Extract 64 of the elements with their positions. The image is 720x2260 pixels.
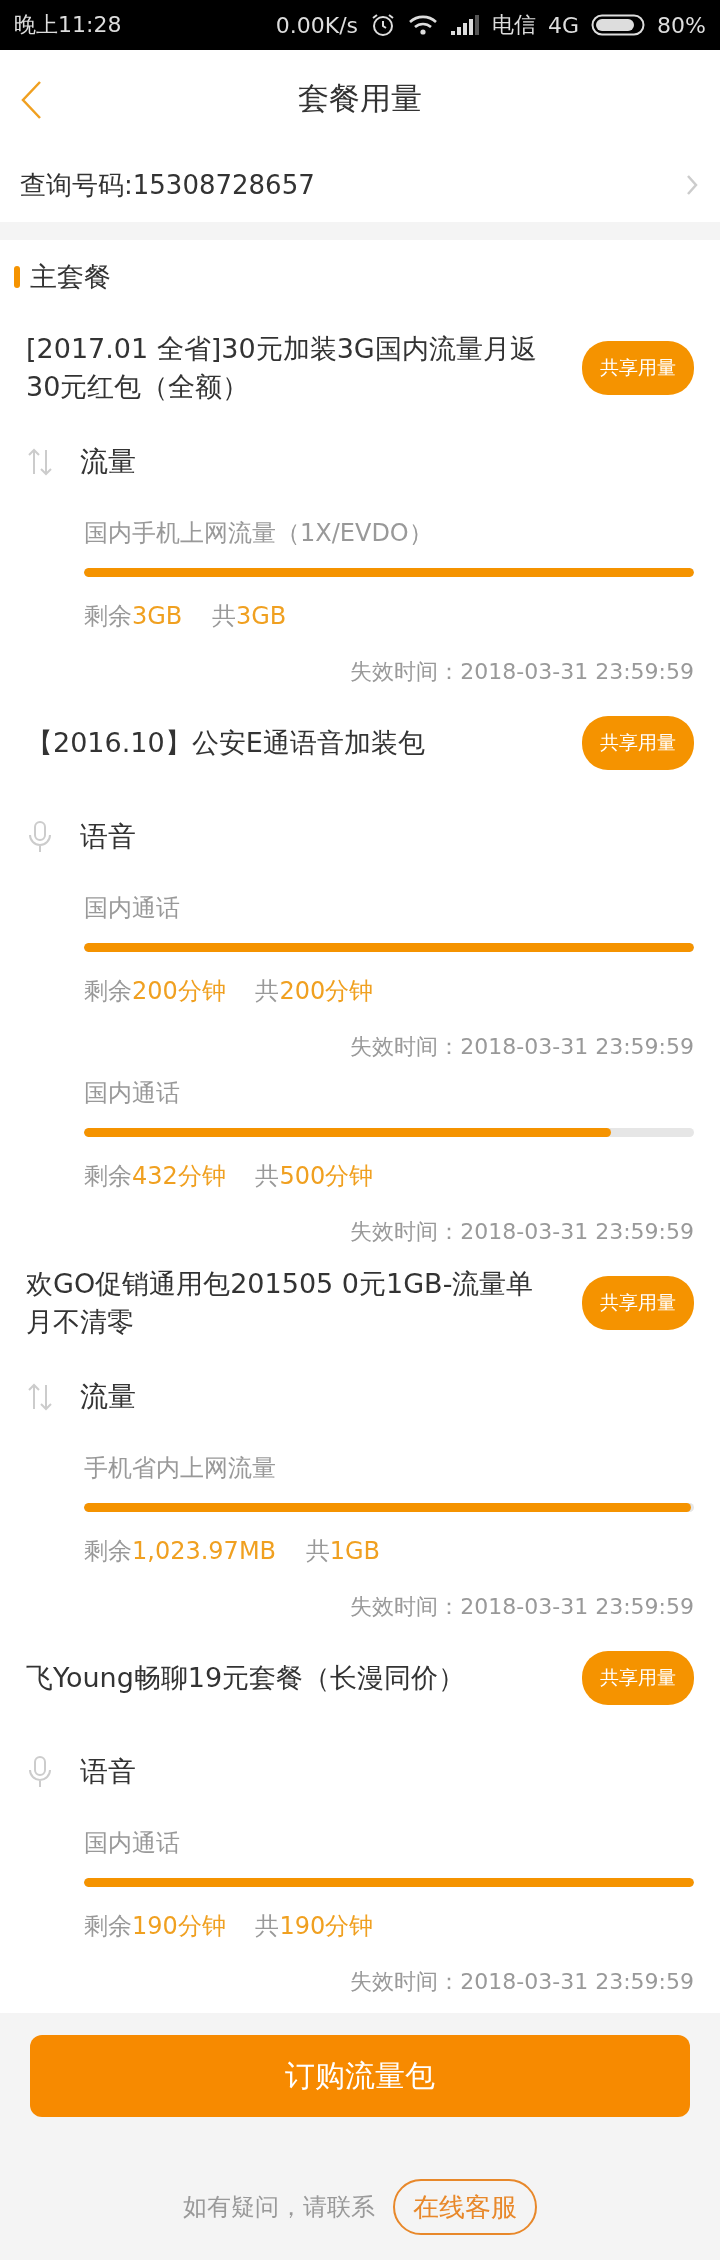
expiry-time: 失效时间：2018-03-31 23:59:59 (350, 658, 694, 686)
remaining-label: 剩余 (84, 977, 132, 1005)
total-label: 共 (212, 602, 236, 630)
microphone-icon (26, 820, 54, 854)
service-name: 语音 (80, 819, 136, 855)
remaining-value: 200分钟 (132, 977, 226, 1005)
service-name: 流量 (80, 1379, 136, 1415)
up-down-arrows-icon (26, 1381, 54, 1413)
battery-icon (591, 14, 646, 36)
shared-usage-button[interactable]: 共享用量 (582, 1651, 694, 1705)
remaining-value: 190分钟 (132, 1912, 226, 1940)
package-title: 欢GO促销通用包201505 0元1GB-流量单月不清零 (26, 1267, 535, 1339)
order-data-pack-button[interactable]: 订购流量包 (30, 2035, 690, 2117)
network-type: 4G (548, 12, 580, 38)
query-number: 查询号码:15308728657 (20, 168, 315, 202)
usage-label: 国内通话 (84, 1828, 181, 1859)
query-number-row[interactable]: 查询号码:15308728657 (0, 148, 720, 222)
total-value: 190分钟 (279, 1912, 374, 1940)
package-title: [2017.01 全省]30元加装3G国内流量月返30元红包（全额） (26, 332, 538, 404)
remaining-value: 432分钟 (132, 1162, 226, 1190)
total-label: 共 (255, 1912, 280, 1940)
shared-usage-button[interactable]: 共享用量 (582, 1276, 694, 1330)
total-value: 3GB (236, 602, 287, 630)
battery-percent: 80% (657, 12, 706, 38)
carrier-name: 电信 (492, 11, 537, 39)
signal-icon (450, 14, 481, 36)
expiry-time: 失效时间：2018-03-31 23:59:59 (350, 1033, 694, 1061)
section-marker (14, 266, 20, 288)
wifi-icon (408, 14, 439, 36)
package-title: 飞Young畅聊19元套餐（长漫同价） (26, 1661, 466, 1695)
expiry-time: 失效时间：2018-03-31 23:59:59 (350, 1968, 694, 1996)
usage-label: 国内通话 (84, 1078, 181, 1109)
total-value: 200分钟 (279, 977, 374, 1005)
service-name: 流量 (80, 444, 136, 480)
usage-label: 国内手机上网流量（1X/EVDO） (84, 518, 434, 549)
page-title: 套餐用量 (298, 79, 422, 118)
remaining-label: 剩余 (84, 1162, 132, 1190)
service-name: 语音 (80, 1754, 136, 1790)
chevron-right-icon (686, 174, 698, 196)
back-icon[interactable] (20, 80, 42, 120)
usage-label: 国内通话 (84, 893, 181, 924)
remaining-value: 3GB (132, 602, 183, 630)
shared-usage-button[interactable]: 共享用量 (582, 341, 694, 395)
shared-usage-button[interactable]: 共享用量 (582, 716, 694, 770)
total-value: 1GB (329, 1537, 381, 1565)
remaining-label: 剩余 (84, 1912, 132, 1940)
remaining-value: 1,023.97MB (132, 1537, 277, 1565)
expiry-time: 失效时间：2018-03-31 23:59:59 (350, 1593, 694, 1621)
total-value: 500分钟 (279, 1162, 374, 1190)
section-title: 主套餐 (30, 260, 111, 294)
total-label: 共 (305, 1537, 330, 1565)
total-label: 共 (255, 1162, 280, 1190)
online-service-button[interactable]: 在线客服 (393, 2179, 537, 2235)
contact-hint: 如有疑问，请联系 (183, 2192, 375, 2223)
remaining-label: 剩余 (84, 1537, 132, 1565)
up-down-arrows-icon (26, 446, 54, 478)
status-time: 晚上11:28 (14, 11, 122, 39)
remaining-label: 剩余 (84, 602, 132, 630)
package-title: 【2016.10】公安E通语音加装包 (26, 726, 425, 760)
microphone-icon (26, 1755, 54, 1789)
network-speed: 0.00K/s (275, 12, 359, 38)
usage-label: 手机省内上网流量 (84, 1453, 277, 1484)
total-label: 共 (255, 977, 280, 1005)
expiry-time: 失效时间：2018-03-31 23:59:59 (350, 1218, 694, 1246)
